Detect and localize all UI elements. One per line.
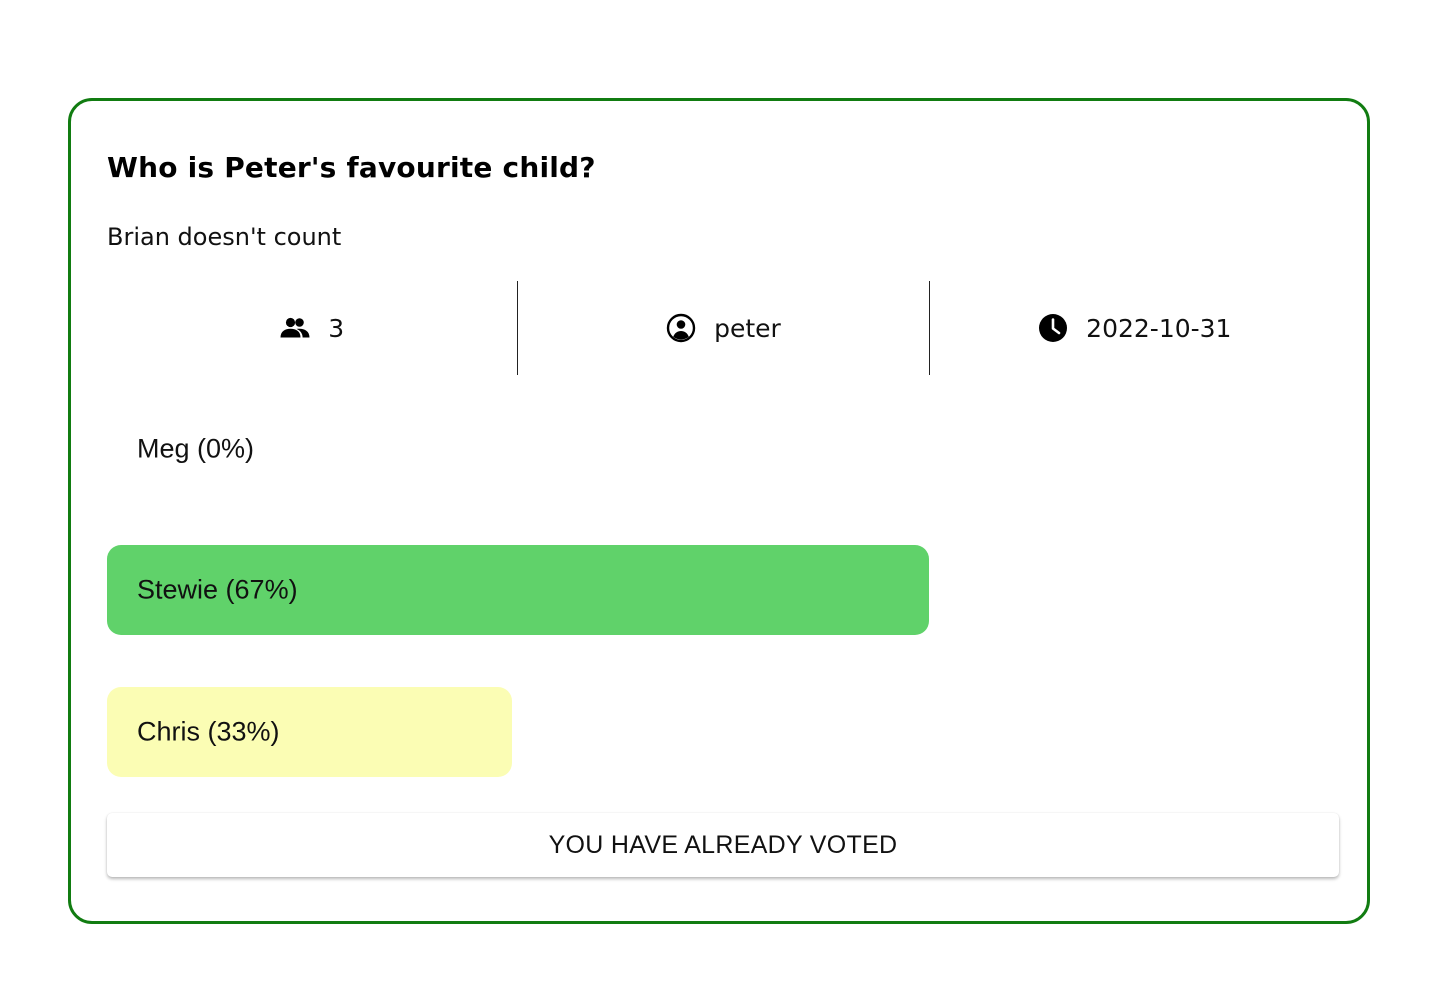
account-circle-icon xyxy=(666,313,696,343)
created-date: 2022-10-31 xyxy=(1086,313,1232,343)
poll-meta-row: 3 peter 2022-10-31 xyxy=(107,281,1340,375)
poll-title: Who is Peter's favourite child? xyxy=(107,151,596,184)
meta-date: 2022-10-31 xyxy=(928,281,1340,375)
poll-description: Brian doesn't count xyxy=(107,223,342,251)
poll-option-chris[interactable]: Chris (33%) xyxy=(107,687,512,777)
group-icon xyxy=(280,317,310,339)
author-name: peter xyxy=(714,313,781,343)
option-label: Meg (0%) xyxy=(137,433,255,464)
option-label: Chris (33%) xyxy=(137,716,280,747)
clock-icon xyxy=(1038,313,1068,343)
poll-option-stewie[interactable]: Stewie (67%) xyxy=(107,545,929,635)
meta-votes: 3 xyxy=(107,281,517,375)
votes-count: 3 xyxy=(328,313,345,343)
poll-card: Who is Peter's favourite child? Brian do… xyxy=(68,98,1370,924)
option-label: Stewie (67%) xyxy=(137,574,298,605)
meta-author: peter xyxy=(517,281,928,375)
already-voted-button[interactable]: YOU HAVE ALREADY VOTED xyxy=(107,813,1339,877)
